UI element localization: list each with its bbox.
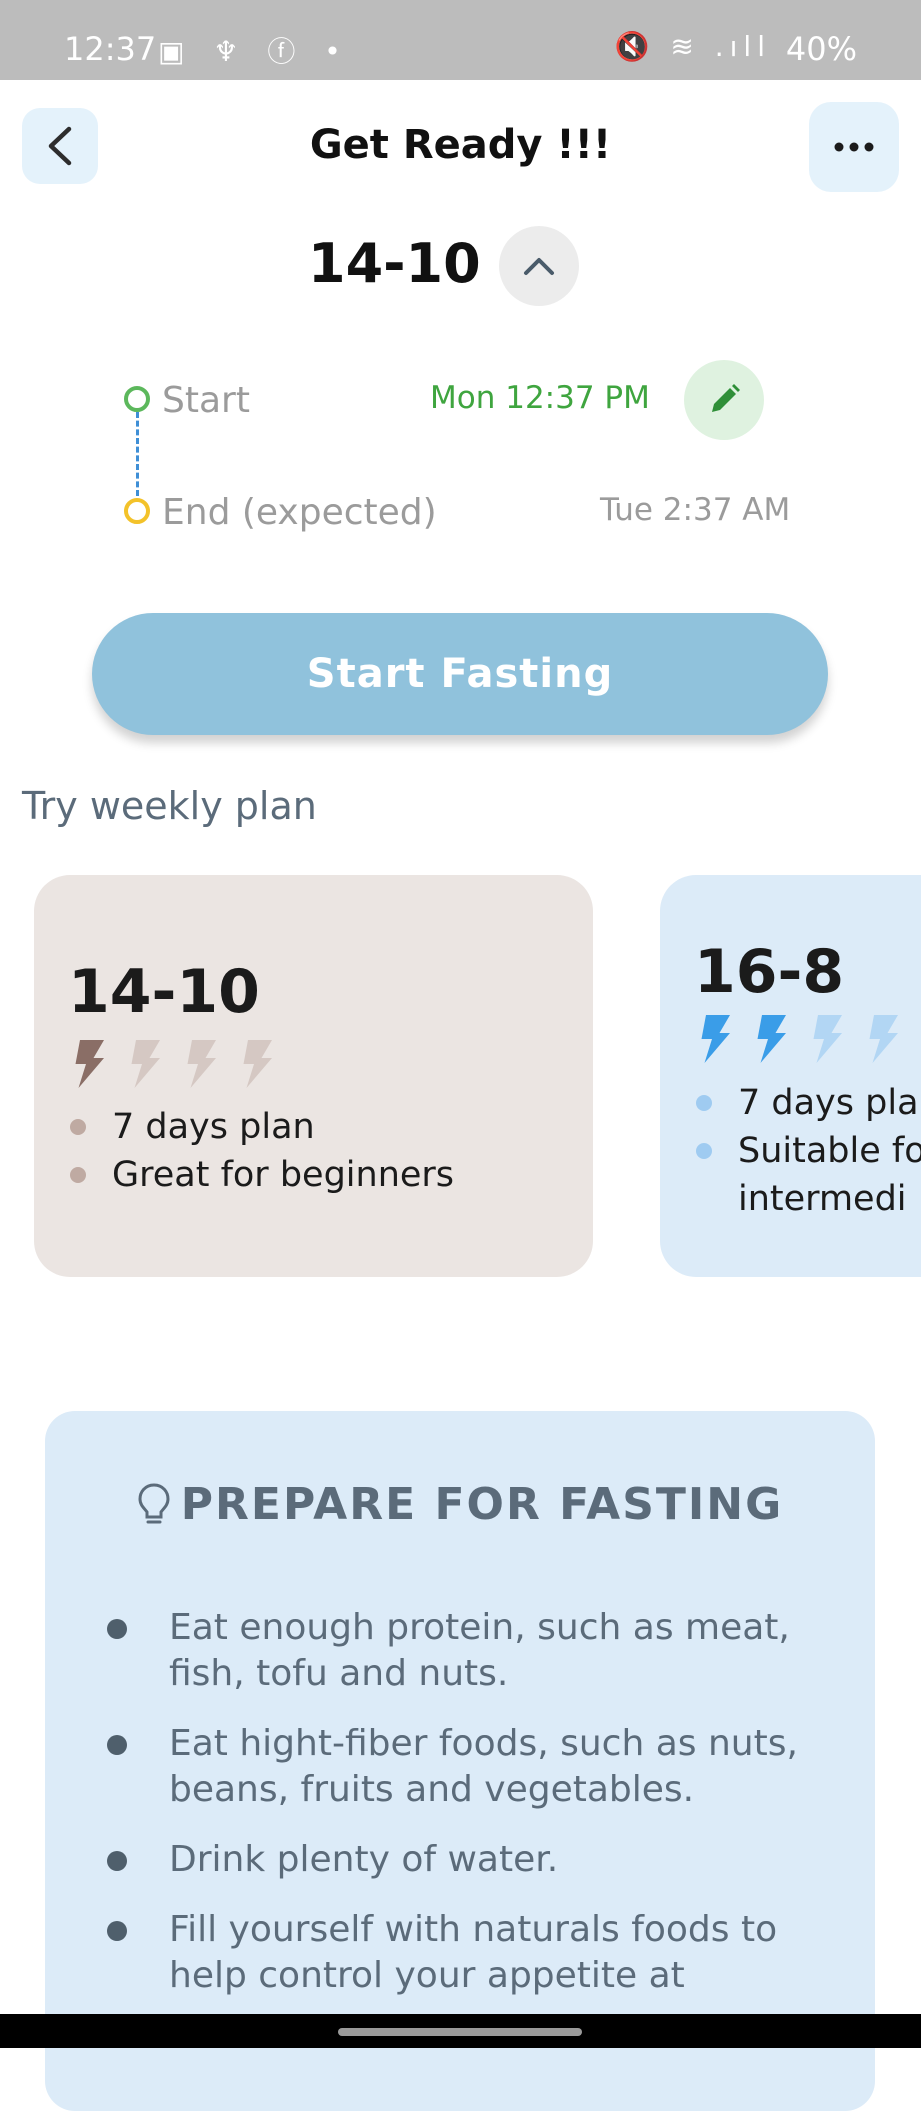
bolt-icon xyxy=(701,1015,730,1063)
plan-card-16-8[interactable]: 16-8 7 days pla Suitable fo intermedi xyxy=(660,875,921,1277)
feature-text: Great for beginners xyxy=(112,1155,455,1195)
bullet-icon xyxy=(107,1735,127,1755)
list-item: Drink plenty of water. xyxy=(107,1837,847,1883)
list-item: Great for beginners xyxy=(68,1151,454,1199)
top-bar: Get Ready !!! xyxy=(0,80,921,210)
start-label: Start xyxy=(162,380,250,421)
tip-text: Drink plenty of water. xyxy=(169,1839,559,1880)
status-time: 12:37 xyxy=(64,30,157,68)
bolt-icon xyxy=(757,1015,786,1063)
pencil-icon xyxy=(712,384,740,412)
bolt-icon xyxy=(869,1015,898,1063)
tip-text: Fill yourself with naturals foods to hel… xyxy=(169,1909,778,1996)
bolt-icon xyxy=(187,1040,216,1088)
plan-card-14-10[interactable]: 14-10 7 days plan Great for beginners xyxy=(34,875,593,1277)
page-title: Get Ready !!! xyxy=(309,122,612,168)
feature-text: 7 days pla xyxy=(738,1083,919,1123)
plan-card-features: 7 days plan Great for beginners xyxy=(68,1103,454,1199)
start-marker-icon xyxy=(124,386,150,412)
timeline-connector xyxy=(136,412,139,496)
end-marker-icon xyxy=(124,498,150,524)
bullet-icon xyxy=(107,1851,127,1871)
prepare-title: PREPARE FOR FASTING xyxy=(180,1479,784,1530)
selected-plan[interactable]: 14-10 xyxy=(308,232,481,295)
list-item: 7 days pla xyxy=(694,1079,921,1127)
weekly-plan-heading: Try weekly plan xyxy=(22,784,317,828)
end-time: Tue 2:37 AM xyxy=(600,492,791,528)
battery-level: 40% xyxy=(785,30,857,68)
list-item: Suitable fo intermedi xyxy=(694,1127,921,1223)
start-time[interactable]: Mon 12:37 PM xyxy=(430,380,650,416)
signal-icons: 🔇 ≋ .ıll xyxy=(614,30,771,63)
list-item: Eat hight-fiber foods, such as nuts, bea… xyxy=(107,1721,847,1813)
status-bar: 12:37 ▣ ♆ ⓕ • 🔇 ≋ .ıll 40% xyxy=(0,0,921,80)
plan-toggle-button[interactable] xyxy=(499,226,579,306)
bolt-icon xyxy=(813,1015,842,1063)
plan-card-title: 14-10 xyxy=(68,957,260,1027)
tip-text: Eat hight-fiber foods, such as nuts, bea… xyxy=(169,1723,798,1810)
lightbulb-icon xyxy=(138,1482,170,1523)
edit-start-time-button[interactable] xyxy=(684,360,764,440)
feature-text: Suitable fo intermedi xyxy=(738,1131,921,1219)
plan-card-title: 16-8 xyxy=(694,937,845,1007)
bullet-icon xyxy=(70,1119,86,1135)
plan-card-features: 7 days pla Suitable fo intermedi xyxy=(694,1079,921,1223)
bullet-icon xyxy=(696,1143,712,1159)
bullet-icon xyxy=(696,1095,712,1111)
more-options-button[interactable] xyxy=(809,102,899,192)
difficulty-rating xyxy=(696,1015,902,1063)
list-item: 7 days plan xyxy=(68,1103,454,1151)
bullet-icon xyxy=(107,1921,127,1941)
prepare-tips-list: Eat enough protein, such as meat, fish, … xyxy=(107,1605,847,2023)
end-label: End (expected) xyxy=(162,492,437,533)
list-item: Fill yourself with naturals foods to hel… xyxy=(107,1907,847,1999)
difficulty-rating xyxy=(70,1040,276,1088)
notification-icons: ▣ ♆ ⓕ • xyxy=(158,35,351,68)
chevron-up-icon xyxy=(524,258,554,275)
bolt-icon xyxy=(243,1040,272,1088)
system-nav-bar xyxy=(0,2014,921,2048)
prepare-header: PREPARE FOR FASTING xyxy=(45,1479,875,1530)
bullet-icon xyxy=(107,1619,127,1639)
feature-text: 7 days plan xyxy=(112,1107,315,1147)
more-horizontal-icon xyxy=(834,142,874,152)
bolt-icon xyxy=(75,1040,104,1088)
bolt-icon xyxy=(131,1040,160,1088)
prepare-for-fasting-panel: PREPARE FOR FASTING Eat enough protein, … xyxy=(45,1411,875,2111)
list-item: Eat enough protein, such as meat, fish, … xyxy=(107,1605,847,1697)
home-gesture-handle[interactable] xyxy=(338,2028,582,2036)
tip-text: Eat enough protein, such as meat, fish, … xyxy=(169,1607,790,1694)
start-fasting-button[interactable]: Start Fasting xyxy=(92,613,828,735)
bullet-icon xyxy=(70,1167,86,1183)
